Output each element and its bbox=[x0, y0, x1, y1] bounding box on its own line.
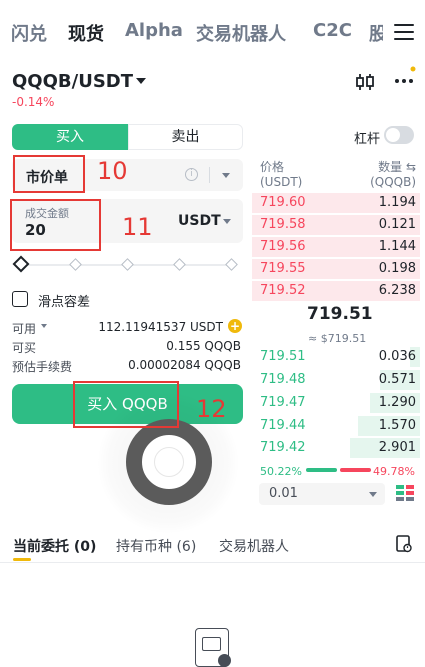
available-value: 112.11941537 USDT bbox=[98, 320, 223, 334]
tab-holdings[interactable]: 持有币种 (6) bbox=[116, 536, 196, 556]
active-tab-indicator bbox=[13, 558, 31, 561]
last-price: 719.51 bbox=[307, 304, 373, 324]
tab-stocks[interactable]: 股 bbox=[369, 20, 383, 46]
fee-label: 预估手续费 bbox=[12, 360, 73, 374]
buy-ratio-bar bbox=[306, 468, 337, 472]
annotation-number: 11 bbox=[122, 213, 153, 241]
tab-trading-bot[interactable]: 交易机器人 bbox=[196, 20, 286, 46]
bid-row[interactable]: 719.42 2.901 bbox=[252, 437, 420, 458]
annotation-box-amount bbox=[10, 199, 101, 251]
ask-row[interactable]: 719.60 1.194 bbox=[252, 192, 420, 213]
price-column-header: 价格 (USDT) bbox=[260, 160, 303, 189]
bid-row[interactable]: 719.48 0.571 bbox=[252, 369, 420, 390]
divider bbox=[209, 167, 210, 183]
ask-row[interactable]: 719.55 0.198 bbox=[252, 258, 420, 279]
swap-icon[interactable]: ⇆ bbox=[406, 160, 416, 174]
qty-column-header[interactable]: 数量 ⇆ (QQQB) bbox=[370, 160, 416, 190]
tab-spot[interactable]: 现货 bbox=[68, 20, 104, 46]
pair-dropdown-icon[interactable] bbox=[136, 78, 146, 84]
chevron-down-icon[interactable] bbox=[222, 173, 230, 178]
tab-open-orders[interactable]: 当前委托 (0) bbox=[13, 536, 96, 556]
chevron-down-icon[interactable] bbox=[223, 219, 231, 224]
buy-tab-button[interactable]: 买入 bbox=[12, 124, 128, 150]
price-change: -0.14% bbox=[12, 95, 55, 109]
buy-ratio: 50.22% bbox=[260, 465, 302, 478]
slider-step-75[interactable] bbox=[173, 258, 186, 271]
fee-value: 0.00002084 QQQB bbox=[128, 358, 241, 372]
pair-symbol[interactable]: QQQB/USDT bbox=[12, 71, 133, 92]
annotation-number: 10 bbox=[97, 157, 128, 185]
more-dots-icon[interactable] bbox=[393, 66, 417, 88]
empty-orders-icon bbox=[195, 628, 231, 667]
sell-tab-button[interactable]: 卖出 bbox=[128, 124, 243, 150]
orderbook-layout-icon[interactable] bbox=[396, 484, 414, 502]
slider-step-25[interactable] bbox=[69, 258, 82, 271]
available-label: 可用 bbox=[12, 322, 37, 336]
last-price-fiat: ≈ $719.51 bbox=[308, 332, 367, 345]
tab-convert[interactable]: 闪兑 bbox=[11, 20, 47, 46]
ask-row[interactable]: 719.58 0.121 bbox=[252, 214, 420, 235]
leverage-label: 杠杆 bbox=[354, 132, 381, 147]
tab-alpha[interactable]: Alpha bbox=[125, 20, 183, 41]
quote-currency-select[interactable]: USDT bbox=[178, 213, 221, 229]
sell-ratio: 49.78% bbox=[373, 465, 415, 478]
add-funds-icon[interactable]: + bbox=[228, 319, 242, 333]
order-history-icon[interactable] bbox=[396, 535, 412, 553]
bid-row[interactable]: 719.44 1.570 bbox=[252, 415, 420, 436]
leverage-toggle[interactable] bbox=[384, 126, 414, 144]
bid-row[interactable]: 719.47 1.290 bbox=[252, 392, 420, 413]
slippage-checkbox[interactable] bbox=[12, 291, 28, 307]
annotation-number: 12 bbox=[196, 395, 227, 423]
precision-value: 0.01 bbox=[269, 486, 298, 501]
tab-trading-bots[interactable]: 交易机器人 bbox=[219, 536, 289, 556]
slippage-label[interactable]: 滑点容差 bbox=[38, 291, 90, 310]
ask-row[interactable]: 719.52 6.238 bbox=[252, 280, 420, 301]
sell-ratio-bar bbox=[340, 468, 371, 472]
info-icon[interactable]: i bbox=[185, 168, 198, 181]
annotation-box-order-type bbox=[13, 155, 85, 193]
slider-step-50[interactable] bbox=[121, 258, 134, 271]
tab-c2c[interactable]: C2C bbox=[313, 20, 352, 41]
bid-row[interactable]: 719.51 0.036 bbox=[252, 346, 420, 367]
precision-select[interactable]: 0.01 bbox=[259, 483, 385, 505]
divider bbox=[0, 562, 425, 563]
slider-step-100[interactable] bbox=[225, 258, 238, 271]
ask-row[interactable]: 719.56 1.144 bbox=[252, 236, 420, 257]
slider-thumb[interactable] bbox=[12, 255, 30, 273]
can-buy-value: 0.155 QQQB bbox=[166, 339, 241, 353]
loading-spinner-icon bbox=[126, 419, 212, 505]
annotation-box-submit bbox=[73, 381, 179, 428]
can-buy-label: 可买 bbox=[12, 341, 37, 355]
chevron-down-icon[interactable] bbox=[41, 324, 47, 328]
hamburger-menu-icon[interactable] bbox=[394, 24, 414, 40]
candlestick-chart-icon[interactable] bbox=[355, 73, 375, 91]
chevron-down-icon[interactable] bbox=[369, 492, 377, 497]
